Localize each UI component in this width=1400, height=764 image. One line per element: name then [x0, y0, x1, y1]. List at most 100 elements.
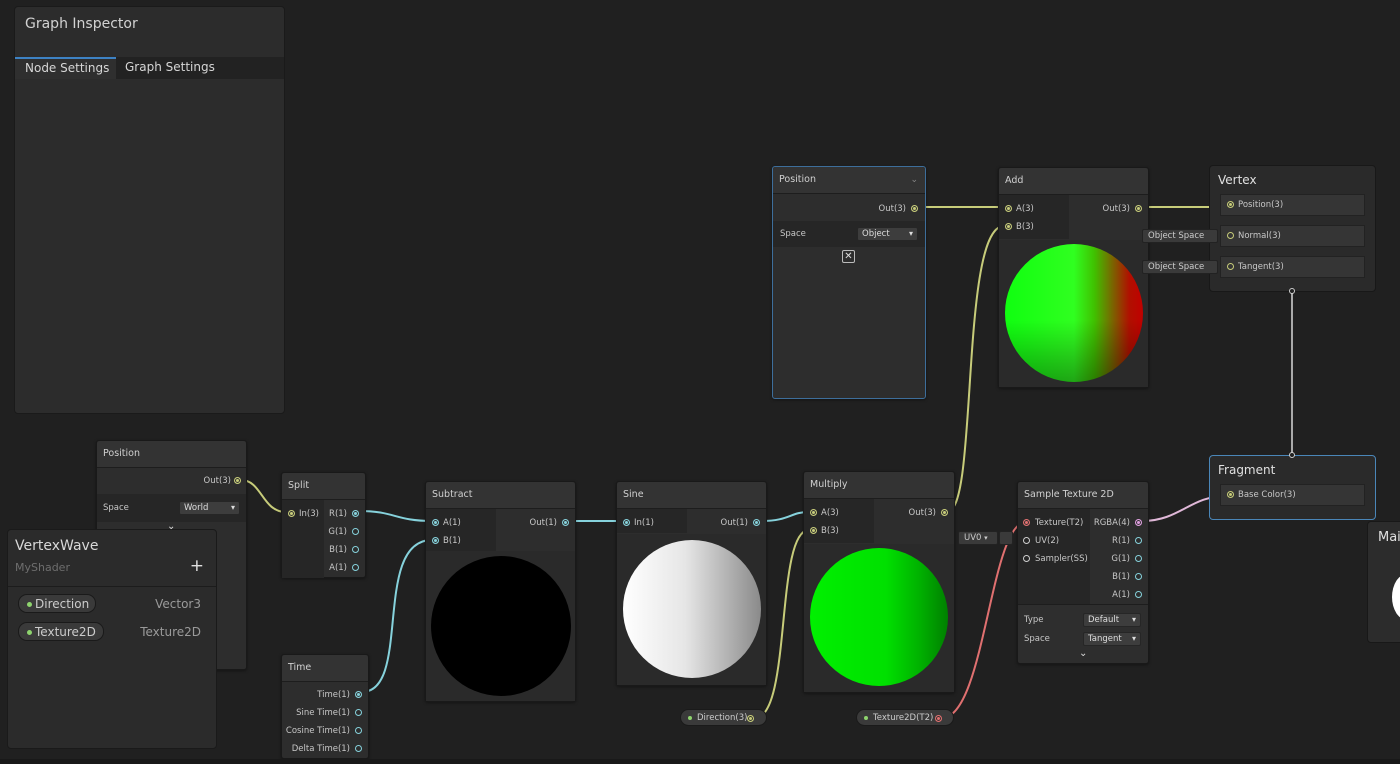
slot-dot[interactable] [1227, 232, 1234, 239]
port-out-dot[interactable] [562, 519, 569, 526]
preview-sphere [810, 548, 948, 686]
port-in-dot[interactable] [623, 519, 630, 526]
port-out: Out(3) [878, 204, 906, 214]
property-node-direction[interactable]: Direction(3) [680, 709, 767, 726]
port-out: Out(3) [203, 476, 231, 486]
master-vertex-block[interactable]: Vertex Position(3) Normal(3) Tangent(3) [1209, 165, 1376, 292]
port-b-dot[interactable] [810, 527, 817, 534]
fragment-title: Fragment [1218, 463, 1276, 477]
property-label: Direction(3) [697, 713, 748, 723]
port-b-dot[interactable] [1005, 223, 1012, 230]
node-preview [617, 534, 766, 685]
uv-default-dropdown[interactable]: UV0 ▾ [958, 531, 998, 545]
port-b-dot[interactable] [432, 537, 439, 544]
port-out-dot[interactable] [753, 519, 760, 526]
tab-graph-settings[interactable]: Graph Settings [116, 57, 236, 79]
node-split[interactable]: Split In(3) R(1) G(1) B(1) A(1) [281, 472, 366, 578]
port-out-dot[interactable] [234, 477, 241, 484]
port-time-dot[interactable] [355, 691, 362, 698]
node-sample-texture-2d[interactable]: Sample Texture 2D Texture(T2) UV(2) Samp… [1017, 481, 1149, 664]
slot-label: Base Color(3) [1238, 490, 1296, 500]
port-a-dot[interactable] [1135, 591, 1142, 598]
fragment-slot-base-color[interactable]: Base Color(3) [1220, 484, 1365, 506]
node-multiply[interactable]: Multiply A(3) B(3) Out(3) [803, 471, 955, 693]
property-dot-icon [864, 716, 868, 720]
type-label: Type [1024, 615, 1044, 625]
port-in: In(3) [299, 509, 319, 519]
space-dropdown[interactable]: World [179, 501, 240, 515]
port-b: B(1) [329, 545, 347, 555]
port-out-dot[interactable] [1135, 205, 1142, 212]
node-sine[interactable]: Sine In(1) Out(1) [616, 481, 767, 686]
property-dot-icon [688, 716, 692, 720]
tangent-default-chip[interactable]: Object Space [1142, 260, 1218, 274]
port-g-dot[interactable] [1135, 555, 1142, 562]
vertex-slot-normal[interactable]: Normal(3) [1220, 225, 1365, 247]
preview-sphere [1392, 574, 1400, 620]
node-subtract[interactable]: Subtract A(1) B(1) Out(1) [425, 481, 576, 702]
property-node-texture2d[interactable]: Texture2D(T2) [856, 709, 954, 726]
node-add[interactable]: Add A(3) B(3) Out(3) [998, 167, 1149, 388]
uv-value: UV0 [964, 533, 982, 543]
port-delta-time-dot[interactable] [355, 745, 362, 752]
port-a-dot[interactable] [1005, 205, 1012, 212]
port-out-dot[interactable] [941, 509, 948, 516]
port-a-dot[interactable] [352, 564, 359, 571]
port-b-dot[interactable] [1135, 573, 1142, 580]
main-preview-title: Mai [1378, 530, 1400, 545]
master-fragment-block[interactable]: Fragment Base Color(3) [1209, 455, 1376, 520]
port-g: G(1) [328, 527, 347, 537]
port-uv-dot[interactable] [1023, 537, 1030, 544]
port-out-dot[interactable] [935, 715, 942, 722]
normal-default-chip[interactable]: Object Space [1142, 229, 1218, 243]
port-r-dot[interactable] [1135, 537, 1142, 544]
blackboard-panel: VertexWave MyShader + Direction Vector3 … [7, 529, 217, 749]
slot-dot[interactable] [1227, 263, 1234, 270]
port-in-dot[interactable] [288, 510, 295, 517]
chevron-down-icon[interactable]: ⌄ [910, 167, 918, 193]
property-name: Direction [35, 597, 90, 611]
type-dropdown[interactable]: Default [1083, 613, 1141, 627]
slot-dot[interactable] [1227, 201, 1234, 208]
port-r-dot[interactable] [352, 510, 359, 517]
node-title: Sample Texture 2D [1018, 482, 1148, 509]
collapse-chevron-icon[interactable]: ⌄ [1079, 648, 1087, 659]
port-sampler-dot[interactable] [1023, 555, 1030, 562]
port-out-dot[interactable] [747, 715, 754, 722]
port-a: A(1) [329, 563, 347, 573]
node-preview [426, 551, 575, 701]
space-dropdown[interactable]: Object [857, 227, 918, 241]
precision-toggle-icon[interactable]: ✕ [842, 250, 855, 263]
port-g: G(1) [1111, 554, 1130, 564]
main-preview-panel[interactable]: Mai [1367, 521, 1400, 643]
port-sine-time-dot[interactable] [355, 709, 362, 716]
port-out-dot[interactable] [911, 205, 918, 212]
property-pill-direction[interactable]: Direction [18, 594, 96, 613]
inspector-title: Graph Inspector [25, 16, 138, 32]
port-texture-dot[interactable] [1023, 519, 1030, 526]
port-rgba-dot[interactable] [1135, 519, 1142, 526]
node-title: Sine [617, 482, 766, 509]
node-time[interactable]: Time Time(1) Sine Time(1) Cosine Time(1)… [281, 654, 369, 759]
port-a-dot[interactable] [810, 509, 817, 516]
node-position-object[interactable]: Position ⌄ Out(3) Space Object ✕ [772, 166, 926, 399]
blackboard-divider [8, 586, 216, 587]
port-g-dot[interactable] [352, 528, 359, 535]
slot-label: Normal(3) [1238, 231, 1281, 241]
node-settings-section: Space World [97, 494, 246, 522]
space-label: Space [780, 229, 806, 239]
port-cosine-time: Cosine Time(1) [285, 726, 350, 736]
tab-node-settings[interactable]: Node Settings [15, 57, 116, 79]
port-cosine-time-dot[interactable] [355, 727, 362, 734]
vertex-slot-tangent[interactable]: Tangent(3) [1220, 256, 1365, 278]
port-a-dot[interactable] [432, 519, 439, 526]
port-b-dot[interactable] [352, 546, 359, 553]
port-b: B(3) [821, 526, 839, 536]
vertex-slot-position[interactable]: Position(3) [1220, 194, 1365, 216]
property-name: Texture2D [35, 625, 96, 639]
property-pill-texture2d[interactable]: Texture2D [18, 622, 104, 641]
space-dropdown[interactable]: Tangent [1083, 632, 1141, 646]
plus-icon[interactable]: + [190, 556, 204, 576]
property-label: Texture2D(T2) [873, 713, 934, 723]
slot-dot[interactable] [1227, 491, 1234, 498]
